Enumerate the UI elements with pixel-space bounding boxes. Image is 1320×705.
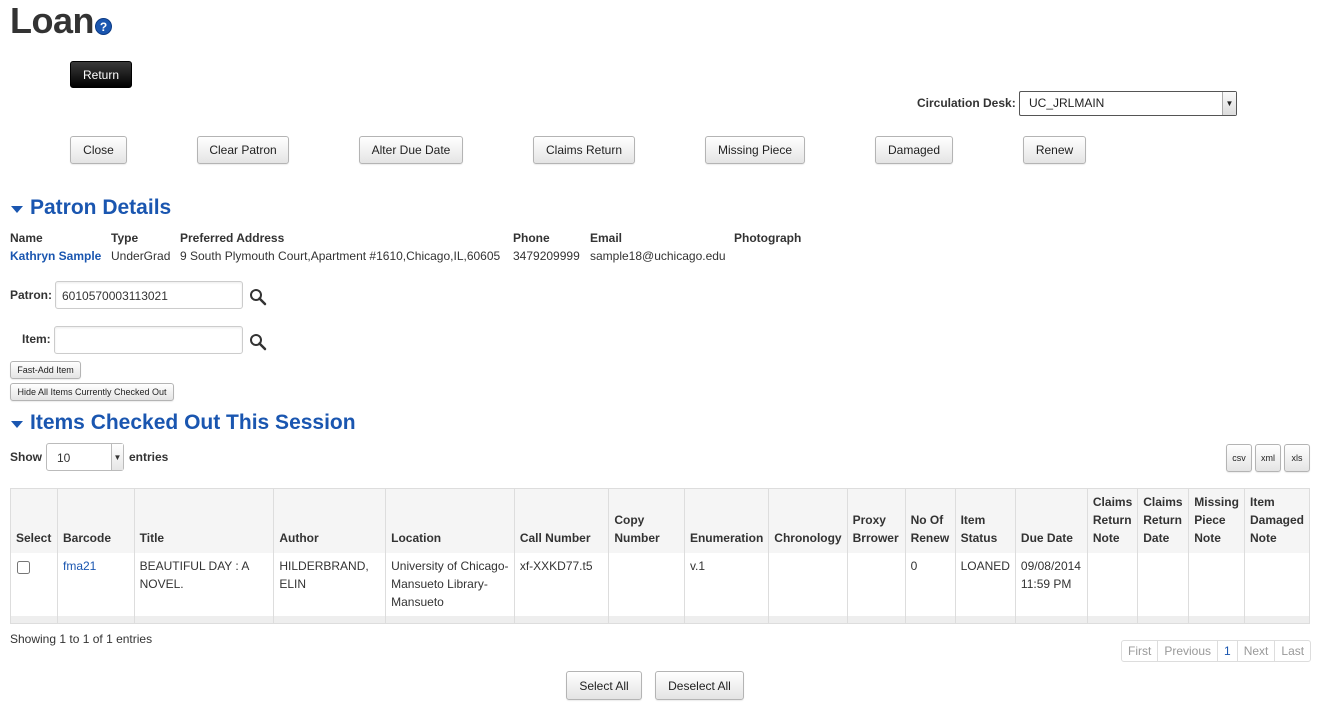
missing-piece-note-cell [1188,553,1245,616]
circulation-desk-select[interactable]: UC_JRLMAIN ▼ [1019,91,1237,116]
barcode-link[interactable]: fma21 [63,559,96,573]
col-chronology[interactable]: Chronology [768,488,848,553]
col-enumeration[interactable]: Enumeration [683,488,769,553]
col-location[interactable]: Location [385,488,515,553]
col-title[interactable]: Title [133,488,274,553]
hide-checked-out-button[interactable]: Hide All Items Currently Checked Out [10,383,174,401]
item-input[interactable] [54,326,243,354]
select-all-button[interactable]: Select All [566,671,642,700]
missing-piece-button[interactable]: Missing Piece [705,136,805,164]
pagination-previous[interactable]: Previous [1157,641,1217,661]
type-header: Type [111,231,139,245]
table-row: fma21 BEAUTIFUL DAY : A NOVEL. HILDERBRA… [10,553,1310,616]
barcode-cell: fma21 [56,553,135,616]
col-no-of-renew[interactable]: No Of Renew [904,488,956,553]
copy-number-cell [608,553,685,616]
col-proxy-borrower[interactable]: Proxy Brrower [846,488,906,553]
proxy-borrower-cell [846,553,906,616]
claims-return-date-cell [1137,553,1189,616]
chronology-cell [768,553,848,616]
patron-search-icon[interactable] [249,288,267,306]
col-barcode[interactable]: Barcode [56,488,135,553]
address-header: Preferred Address [180,231,285,245]
patron-email: sample18@uchicago.edu [590,249,726,263]
export-csv-button[interactable]: csv [1226,444,1252,472]
table-footer-row [10,616,1310,623]
circulation-desk-label: Circulation Desk: [917,96,1016,110]
pagination-next[interactable]: Next [1236,641,1275,661]
entries-label: entries [129,450,169,464]
patron-input[interactable]: 6010570003113021 [55,281,243,309]
patron-type: UnderGrad [111,249,171,263]
col-select[interactable]: Select [10,488,58,553]
pagination-first[interactable]: First [1122,641,1157,661]
circulation-desk-value: UC_JRLMAIN [1029,96,1105,110]
claims-return-button[interactable]: Claims Return [533,136,635,164]
claims-return-note-cell [1086,553,1138,616]
select-cell [10,553,58,616]
alter-due-date-button[interactable]: Alter Due Date [359,136,463,164]
patron-address: 9 South Plymouth Court,Apartment #1610,C… [180,249,501,263]
export-xls-button[interactable]: xls [1284,444,1310,472]
col-copy-number[interactable]: Copy Number [608,488,685,553]
help-icon[interactable]: ? [95,18,112,35]
enumeration-cell: v.1 [683,553,769,616]
pagination-page-1[interactable]: 1 [1217,641,1237,661]
table-info: Showing 1 to 1 of 1 entries [10,632,153,646]
col-call-number[interactable]: Call Number [513,488,609,553]
photograph-header: Photograph [734,231,802,245]
author-cell: HILDERBRAND, ELIN [273,553,386,616]
deselect-all-button[interactable]: Deselect All [655,671,744,700]
table-header-row: Select Barcode Title Author Location Cal… [10,488,1310,553]
email-header: Email [590,231,623,245]
item-status-cell: LOANED [954,553,1016,616]
triangle-down-icon [11,421,23,428]
row-select-checkbox[interactable] [17,561,30,574]
col-item-damaged-note[interactable]: Item Damaged Note [1243,488,1310,553]
chevron-down-icon: ▼ [111,444,123,470]
close-button[interactable]: Close [70,136,127,164]
patron-phone: 3479209999 [513,249,580,263]
items-section-toggle[interactable]: Items Checked Out This Session [11,411,356,435]
return-button[interactable]: Return [70,61,132,88]
page-title: Loan [10,0,95,41]
triangle-down-icon [11,206,23,213]
patron-details-title: Patron Details [30,196,172,219]
pagination-last[interactable]: Last [1274,641,1310,661]
items-section-title: Items Checked Out This Session [30,411,356,434]
renew-button[interactable]: Renew [1023,136,1086,164]
item-field-label: Item: [22,332,51,346]
col-claims-return-date[interactable]: Claims Return Date [1137,488,1189,553]
col-missing-piece-note[interactable]: Missing Piece Note [1188,488,1245,553]
name-header: Name [10,231,43,245]
fast-add-item-button[interactable]: Fast-Add Item [10,361,81,379]
due-date-cell: 09/08/2014 11:59 PM [1014,553,1088,616]
items-table: Select Barcode Title Author Location Cal… [10,488,1310,624]
entries-value: 10 [57,451,71,465]
chevron-down-icon: ▼ [1222,92,1236,115]
call-number-cell: xf-XXKD77.t5 [513,553,609,616]
phone-header: Phone [513,231,550,245]
location-cell: University of Chicago-Mansueto Library-M… [385,553,515,616]
col-claims-return-note[interactable]: Claims Return Note [1086,488,1138,553]
item-search-icon[interactable] [249,333,267,351]
pagination: First Previous 1 Next Last [1121,640,1312,662]
no-of-renew-cell: 0 [904,553,956,616]
title-cell: BEAUTIFUL DAY : A NOVEL. [133,553,274,616]
col-author[interactable]: Author [273,488,386,553]
show-label: Show [10,450,42,464]
patron-field-label: Patron: [10,288,52,302]
damaged-button[interactable]: Damaged [875,136,953,164]
col-due-date[interactable]: Due Date [1014,488,1088,553]
clear-patron-button[interactable]: Clear Patron [197,136,289,164]
export-xml-button[interactable]: xml [1255,444,1281,472]
patron-name-link[interactable]: Kathryn Sample [10,249,101,263]
item-damaged-note-cell [1243,553,1310,616]
col-item-status[interactable]: Item Status [954,488,1016,553]
patron-details-toggle[interactable]: Patron Details [11,196,171,220]
entries-per-page-select[interactable]: 10 ▼ [46,443,124,471]
